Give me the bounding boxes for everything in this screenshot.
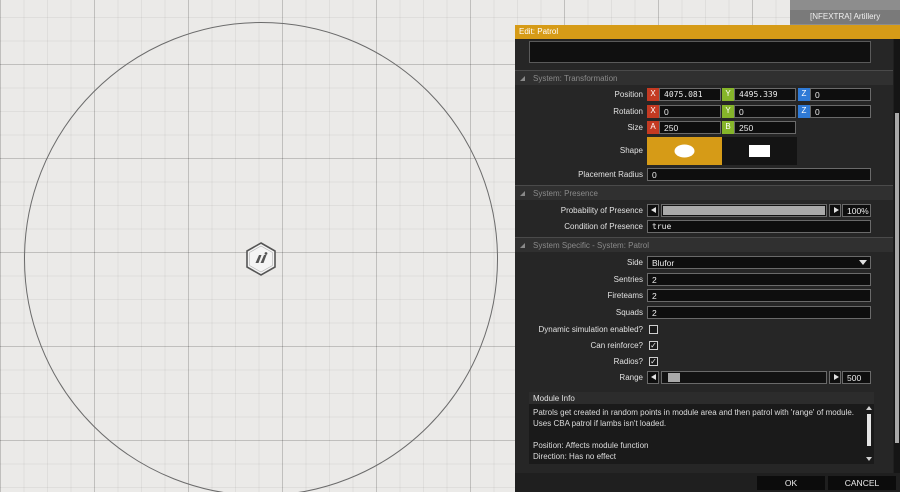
range-value[interactable]: 500 [842,371,871,384]
patrol-module-icon[interactable] [245,242,277,276]
rotation-z-axis: Z [798,105,810,118]
size-b-input[interactable]: 250 [734,121,796,134]
range-slider-thumb[interactable] [668,373,680,382]
size-b-axis: B [722,121,734,134]
position-label: Position [614,90,643,99]
placement-radius-label: Placement Radius [578,170,643,179]
rotation-y-axis: Y [722,105,734,118]
can-reinforce-label: Can reinforce? [590,341,643,350]
dialog-footer: OK CANCEL [515,473,900,492]
probability-value[interactable]: 100% [842,204,871,217]
module-info-title: Module Info [529,392,874,404]
radios-checkbox[interactable]: ✓ [649,357,658,366]
dialog-title[interactable]: Edit: Patrol [515,25,900,39]
list-item-artillery[interactable]: [NFEXTRA] Artillery [790,10,900,24]
module-info-scroll-thumb[interactable] [867,414,871,446]
rotation-y-input[interactable]: 0 [734,105,796,118]
side-selected-value: Blufor [652,258,675,268]
range-increase-button[interactable] [829,371,841,384]
size-a-axis: A [647,121,659,134]
fireteams-label: Fireteams [607,291,643,300]
name-field[interactable] [529,41,871,63]
range-decrease-button[interactable] [647,371,659,384]
size-label: Size [627,123,643,132]
shape-ellipse-button[interactable] [647,137,722,165]
scroll-down-icon[interactable] [866,457,872,462]
side-label: Side [626,258,643,267]
position-z-input[interactable]: 0 [810,88,871,101]
size-a-input[interactable]: 250 [659,121,721,134]
range-label: Range [619,373,643,382]
module-info-scrollbar[interactable] [866,406,872,462]
collapse-icon [520,191,525,196]
module-info-panel: Module Info Patrols get created in rando… [529,392,874,464]
shape-label: Shape [619,146,643,155]
rotation-x-axis: X [647,105,659,118]
collapse-icon [520,243,525,248]
section-patrol[interactable]: System Specific - System: Patrol [515,237,893,252]
scroll-up-icon[interactable] [866,406,872,411]
shape-rectangle-button[interactable] [722,137,797,165]
rectangle-shape-icon [749,145,770,157]
dialog-scrollbar[interactable] [894,39,900,473]
side-select[interactable]: Blufor [647,256,871,269]
squads-input[interactable]: 2 [647,306,871,319]
asset-list-panel: [NFEXTRA] Artillery [790,0,900,25]
sentries-label: Sentries [613,275,643,284]
position-y-input[interactable]: 4495.339 [734,88,796,101]
probability-slider-fill [663,206,825,215]
radios-label: Radios? [613,357,643,366]
squads-label: Squads [615,308,643,317]
range-slider[interactable] [661,371,827,384]
rotation-x-input[interactable]: 0 [659,105,721,118]
ok-button[interactable]: OK [757,476,825,490]
position-z-axis: Z [798,88,810,101]
probability-increase-button[interactable] [829,204,841,217]
section-presence-title: System: Presence [533,189,598,198]
condition-label: Condition of Presence [564,222,643,231]
rotation-z-input[interactable]: 0 [810,105,871,118]
cancel-button[interactable]: CANCEL [828,476,896,490]
placement-radius-input[interactable]: 0 [647,168,871,181]
chevron-down-icon [859,260,867,265]
can-reinforce-checkbox[interactable]: ✓ [649,341,658,350]
position-y-axis: Y [722,88,734,101]
position-x-input[interactable]: 4075.081 [659,88,721,101]
probability-slider[interactable] [661,204,827,217]
rotation-label: Rotation [613,107,643,116]
position-x-axis: X [647,88,659,101]
edit-dialog: Edit: Patrol System: Transformation Posi… [515,25,900,492]
module-info-text: Patrols get created in random points in … [533,408,855,461]
section-transformation[interactable]: System: Transformation [515,70,893,85]
fireteams-input[interactable]: 2 [647,289,871,302]
condition-input[interactable]: true [647,220,871,233]
collapse-icon [520,76,525,81]
probability-decrease-button[interactable] [647,204,659,217]
dialog-content: System: Transformation Position X 4075.0… [515,39,893,473]
ellipse-shape-icon [674,144,695,158]
dialog-scroll-thumb[interactable] [895,113,899,443]
section-presence[interactable]: System: Presence [515,185,893,200]
section-patrol-title: System Specific - System: Patrol [533,241,650,250]
section-transformation-title: System: Transformation [533,74,618,83]
dynamic-sim-checkbox[interactable] [649,325,658,334]
sentries-input[interactable]: 2 [647,273,871,286]
probability-label: Probability of Presence [560,206,643,215]
dynamic-sim-label: Dynamic simulation enabled? [538,325,644,334]
